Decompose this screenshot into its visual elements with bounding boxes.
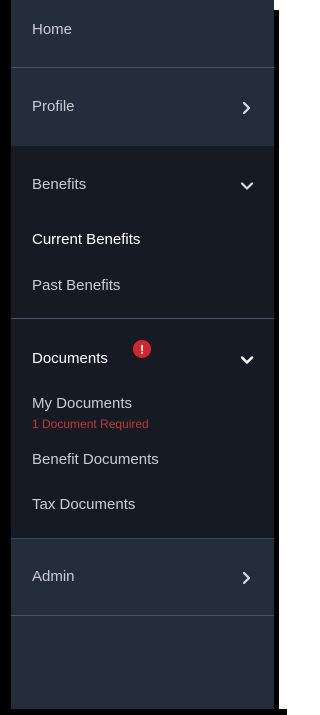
bottom-border	[0, 709, 287, 715]
nav-item-profile[interactable]: Profile	[11, 68, 274, 146]
exclamation-icon: !	[133, 340, 151, 358]
nav-item-admin-label: Admin	[32, 568, 75, 585]
sidebar-empty-area	[11, 616, 274, 709]
chevron-down-icon	[238, 351, 256, 369]
sidebar-item-my-documents[interactable]: My Documents	[32, 395, 132, 412]
nav-item-home[interactable]: Home	[11, 0, 274, 67]
chevron-down-icon	[238, 177, 256, 195]
nav-group-benefits: Benefits Current Benefits Past Benefits	[11, 146, 274, 318]
sidebar-item-current-benefits[interactable]: Current Benefits	[32, 231, 140, 248]
nav-item-benefits-label: Benefits	[32, 176, 87, 193]
sidebar-item-benefit-documents[interactable]: Benefit Documents	[32, 451, 159, 468]
right-border	[274, 10, 279, 709]
nav-item-documents[interactable]: Documents !	[11, 319, 274, 389]
nav-item-documents-label: Documents	[32, 350, 108, 367]
screenshot-frame: Home Profile Benefits Current Benefits P…	[0, 0, 287, 715]
chevron-right-icon	[238, 569, 256, 587]
sidebar-item-past-benefits[interactable]: Past Benefits	[32, 277, 120, 294]
sidebar-item-tax-documents[interactable]: Tax Documents	[32, 496, 135, 513]
side-navigation: Home Profile Benefits Current Benefits P…	[11, 0, 274, 709]
nav-item-admin[interactable]: Admin	[11, 539, 274, 615]
nav-item-home-label: Home	[32, 21, 73, 38]
left-border	[0, 0, 11, 715]
nav-item-profile-label: Profile	[32, 98, 75, 115]
document-required-note: 1 Document Required	[32, 417, 149, 431]
nav-group-documents: Documents ! My Documents 1 Document Requ…	[11, 319, 274, 538]
nav-item-benefits[interactable]: Benefits	[11, 146, 274, 221]
chevron-right-icon	[238, 99, 256, 117]
